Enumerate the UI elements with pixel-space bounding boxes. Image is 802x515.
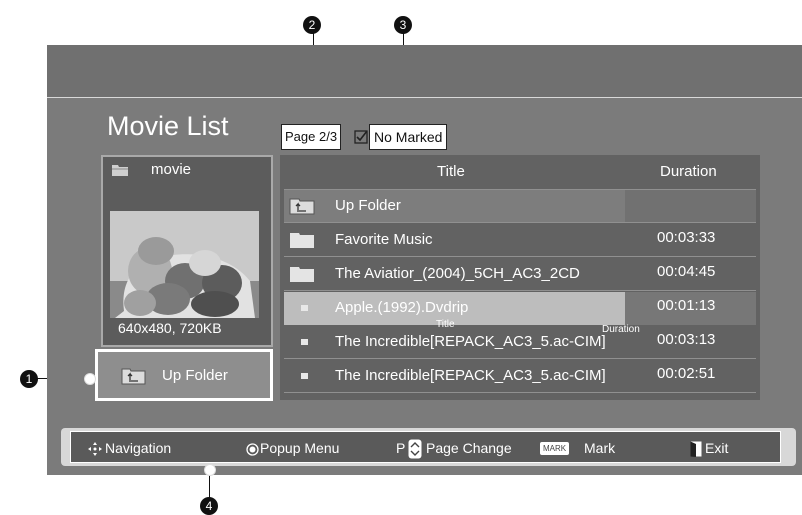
row-divider [284, 392, 756, 393]
folder-icon [112, 165, 128, 176]
popup-menu-label: Popup Menu [260, 440, 340, 456]
row-name: Apple.(1992).Dvdrip [335, 299, 469, 316]
file-bullet-icon [301, 305, 308, 311]
exit-label: Exit [705, 440, 729, 456]
callout-1: 1 [20, 370, 38, 388]
up-folder-button-label: Up Folder [162, 367, 228, 384]
callout-dot-4 [204, 464, 216, 476]
page-up-down-icon [408, 439, 422, 459]
column-header-title: Title [437, 163, 465, 180]
list-row[interactable]: The Incredible[REPACK_AC3_5.ac-CIM] 00:0… [284, 360, 756, 393]
page-key-label: P [396, 440, 406, 456]
row-name: Favorite Music [335, 231, 433, 248]
popup-menu-icon [246, 443, 259, 456]
callout-2: 2 [303, 16, 321, 34]
navigation-label: Navigation [105, 440, 172, 456]
mark-key-icon: MARK [540, 442, 570, 455]
folder-icon [290, 233, 314, 248]
list-row-up-folder[interactable]: Up Folder [284, 190, 756, 223]
file-bullet-icon [301, 339, 308, 345]
callout-dot-1 [84, 373, 96, 385]
row-duration: 00:04:45 [657, 263, 716, 280]
page-indicator: Page 2/3 [281, 124, 342, 150]
row-duration: 00:02:51 [657, 365, 716, 382]
row-divider [284, 256, 756, 257]
up-folder-icon [289, 198, 315, 215]
marked-count: No Marked [369, 124, 448, 150]
column-overlay-title: Title [436, 319, 455, 330]
list-row-selected[interactable]: Apple.(1992).Dvdrip 00:01:13 [284, 292, 756, 325]
navigation-arrows-icon [88, 442, 102, 456]
row-name: The Incredible[REPACK_AC3_5.ac-CIM] [335, 367, 606, 384]
file-bullet-icon [301, 373, 308, 379]
page-title: Movie List [107, 111, 229, 141]
row-divider [284, 358, 756, 359]
list-row[interactable]: Favorite Music 00:03:33 [284, 224, 756, 257]
top-bar [47, 45, 802, 98]
mark-label: Mark [584, 440, 616, 456]
row-divider [284, 290, 756, 291]
exit-icon [690, 441, 702, 457]
list-row[interactable]: The Aviatior_(2004)_5CH_AC3_2CD 00:04:45 [284, 258, 756, 291]
list-row[interactable]: The Incredible[REPACK_AC3_5.ac-CIM] 00:0… [284, 326, 756, 359]
preview-folder-name: movie [151, 161, 192, 178]
row-name: The Incredible[REPACK_AC3_5.ac-CIM] [335, 333, 606, 350]
row-duration: 00:01:13 [657, 297, 716, 314]
row-name: The Aviatior_(2004)_5CH_AC3_2CD [335, 265, 580, 282]
column-header-duration: Duration [660, 163, 717, 180]
callout-3: 3 [394, 16, 412, 34]
thumbnail-image [110, 211, 259, 318]
page-change-label: Page Change [426, 440, 512, 456]
duration-cell-bg [625, 190, 756, 223]
row-name: Up Folder [335, 197, 401, 214]
row-duration: 00:03:33 [657, 229, 716, 246]
up-folder-icon [121, 368, 146, 385]
row-duration: 00:03:13 [657, 331, 716, 348]
row-divider [284, 222, 756, 223]
preview-resolution: 640x480, 720KB [118, 320, 222, 336]
column-overlay-duration: Duration [602, 324, 640, 335]
folder-icon [290, 267, 314, 282]
checkbox-icon [354, 130, 368, 144]
callout-4: 4 [200, 497, 218, 515]
